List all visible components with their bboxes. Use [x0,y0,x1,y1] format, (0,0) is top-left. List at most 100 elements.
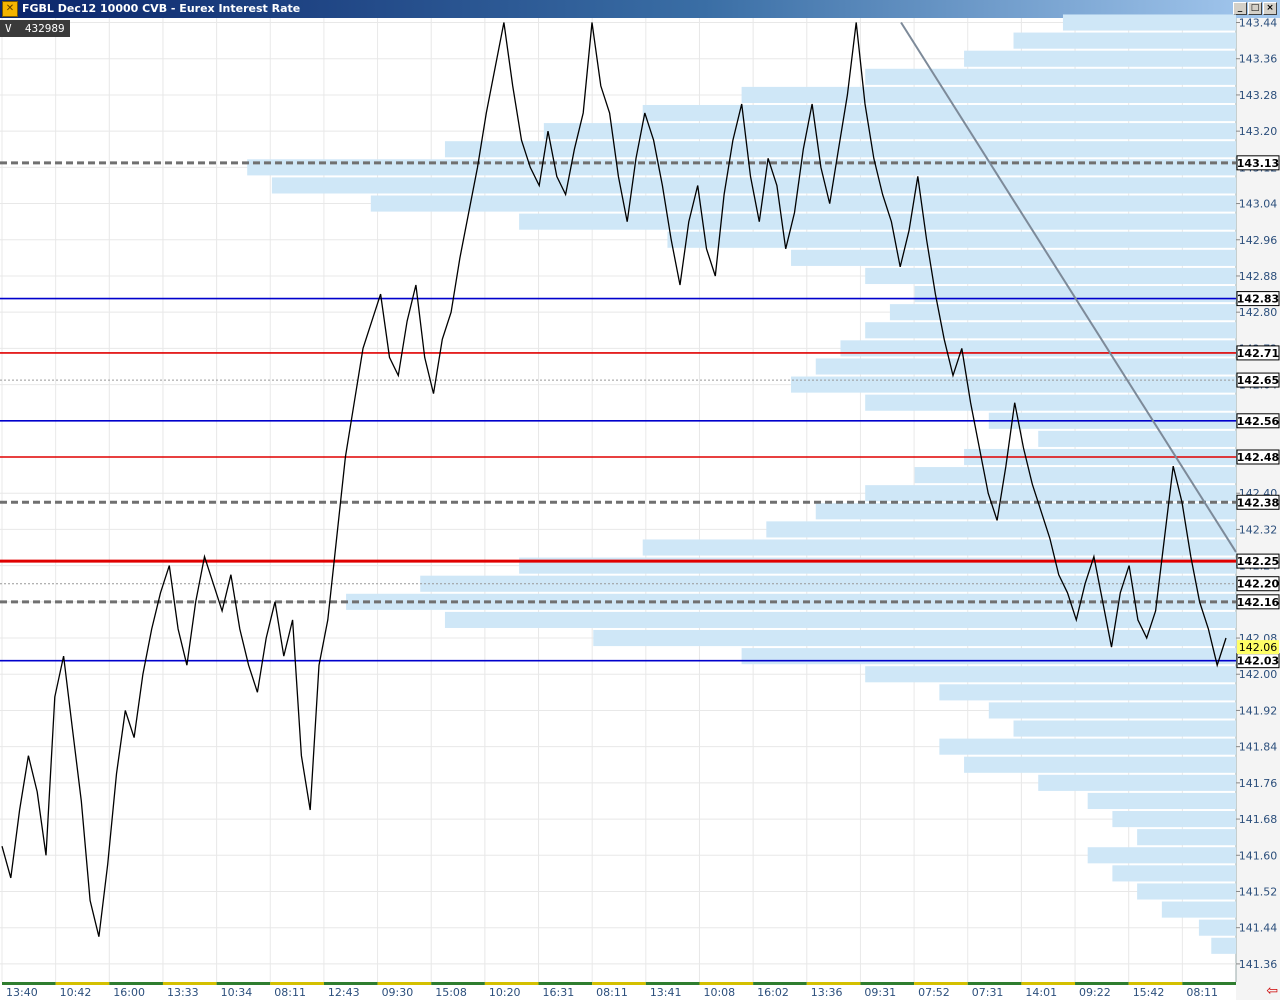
y-tick-label: 143.20 [1239,125,1278,138]
x-tick-label: 12:43 [328,986,360,999]
volume-profile-bar [939,684,1236,701]
x-tick-label: 09:22 [1079,986,1111,999]
volume-profile-bar [815,358,1236,375]
volume-profile-bar [1137,829,1236,846]
volume-profile-bar [1087,792,1236,810]
price-level-label: 142.25 [1237,555,1279,568]
last-price-label: 142.06 [1239,641,1278,654]
session-bar [1075,982,1129,985]
volume-profile-bar [642,104,1236,122]
x-tick-label: 07:31 [972,986,1004,999]
x-tick-label: 13:41 [650,986,682,999]
volume-profile-bar [865,68,1236,85]
volume-profile-bar [1161,901,1236,918]
session-bar [109,982,163,985]
volume-profile-bar [939,738,1236,755]
x-tick-label: 09:31 [864,986,896,999]
session-bar [484,982,539,985]
volume-profile-bar [988,702,1236,719]
volume-profile-bar [865,394,1236,411]
price-level-label: 142.20 [1237,578,1280,591]
price-level-label: 142.03 [1237,655,1279,668]
y-tick-label: 143.36 [1239,53,1278,66]
volume-profile-bar [1013,32,1236,49]
y-tick-label: 142.00 [1239,668,1278,681]
volume-profile-bar [667,231,1236,248]
y-tick-label: 142.80 [1239,306,1278,319]
session-bar [592,982,646,985]
volume-profile-bar [543,123,1236,140]
volume-profile-bar [642,539,1236,556]
x-tick-label: 10:42 [60,986,92,999]
session-bar [2,982,56,985]
session-bar [216,982,271,985]
y-tick-label: 143.44 [1239,17,1278,30]
volume-profile-bar [1211,937,1236,954]
volume-profile-bar [964,50,1236,67]
volume-profile-bar [444,141,1237,158]
volume-profile-bar [840,340,1236,357]
volume-profile-bar [964,756,1236,773]
price-level-label: 142.83 [1237,293,1279,306]
y-tick-label: 141.76 [1239,777,1278,790]
volume-profile-bar [1137,883,1236,900]
y-tick-label: 141.60 [1239,849,1278,862]
volume-profile-bar [370,195,1236,212]
x-tick-label: 09:30 [382,986,414,999]
volume-badge: V 432989 [0,20,70,37]
x-tick-label: 08:11 [1186,986,1218,999]
volume-profile-bar [815,503,1236,520]
volume-profile-bar [1087,847,1236,864]
volume-profile-bar [1112,865,1236,882]
x-tick-label: 16:00 [113,986,145,999]
volume-profile-bar [791,249,1236,266]
y-tick-label: 141.92 [1239,704,1278,717]
price-chart[interactable]: 143.44143.36143.28143.20143.12143.04142.… [0,0,1280,1000]
price-level-label: 142.56 [1237,415,1280,428]
scroll-left-arrow-icon[interactable]: ⇦ [1266,984,1278,998]
session-bar [55,982,110,985]
volume-profile-bar [1198,919,1236,936]
x-tick-label: 13:33 [167,986,199,999]
y-tick-label: 141.36 [1239,958,1278,971]
session-bar [162,982,217,985]
session-bar [1182,982,1236,985]
y-tick-label: 142.88 [1239,270,1278,283]
x-tick-label: 16:02 [757,986,789,999]
price-level-label: 142.16 [1237,596,1280,609]
volume-profile-bar [865,666,1236,683]
x-tick-label: 15:08 [435,986,467,999]
y-tick-label: 141.44 [1239,922,1278,935]
session-bar [1021,982,1076,985]
volume-profile-bar [1038,430,1236,447]
volume-profile-bar [1038,774,1236,791]
price-level-label: 142.38 [1237,496,1279,509]
volume-profile-bar [889,304,1236,321]
x-tick-label: 15:42 [1133,986,1165,999]
session-bar [699,982,754,985]
volume-profile-bar [593,629,1236,647]
x-tick-label: 13:36 [811,986,843,999]
price-level-label: 142.48 [1237,451,1279,464]
volume-profile-bar [1112,811,1236,828]
volume-profile-bar [791,376,1236,393]
y-tick-label: 141.84 [1239,741,1278,754]
y-tick-label: 141.52 [1239,885,1278,898]
x-tick-label: 16:31 [543,986,575,999]
volume-profile-bar [741,86,1236,103]
volume-profile-bar [741,648,1236,665]
x-tick-label: 08:11 [274,986,306,999]
x-tick-label: 10:34 [221,986,253,999]
session-bar [860,982,915,985]
session-bar [914,982,968,985]
x-tick-label: 14:01 [1025,986,1057,999]
volume-label: V [5,22,12,35]
session-bar [806,982,861,985]
session-bar [431,982,485,985]
volume-profile-bar [1062,14,1236,31]
session-bar [1128,982,1183,985]
price-level-label: 142.65 [1237,374,1279,387]
session-bar [538,982,593,985]
y-tick-label: 141.68 [1239,813,1278,826]
session-bar [270,982,324,985]
